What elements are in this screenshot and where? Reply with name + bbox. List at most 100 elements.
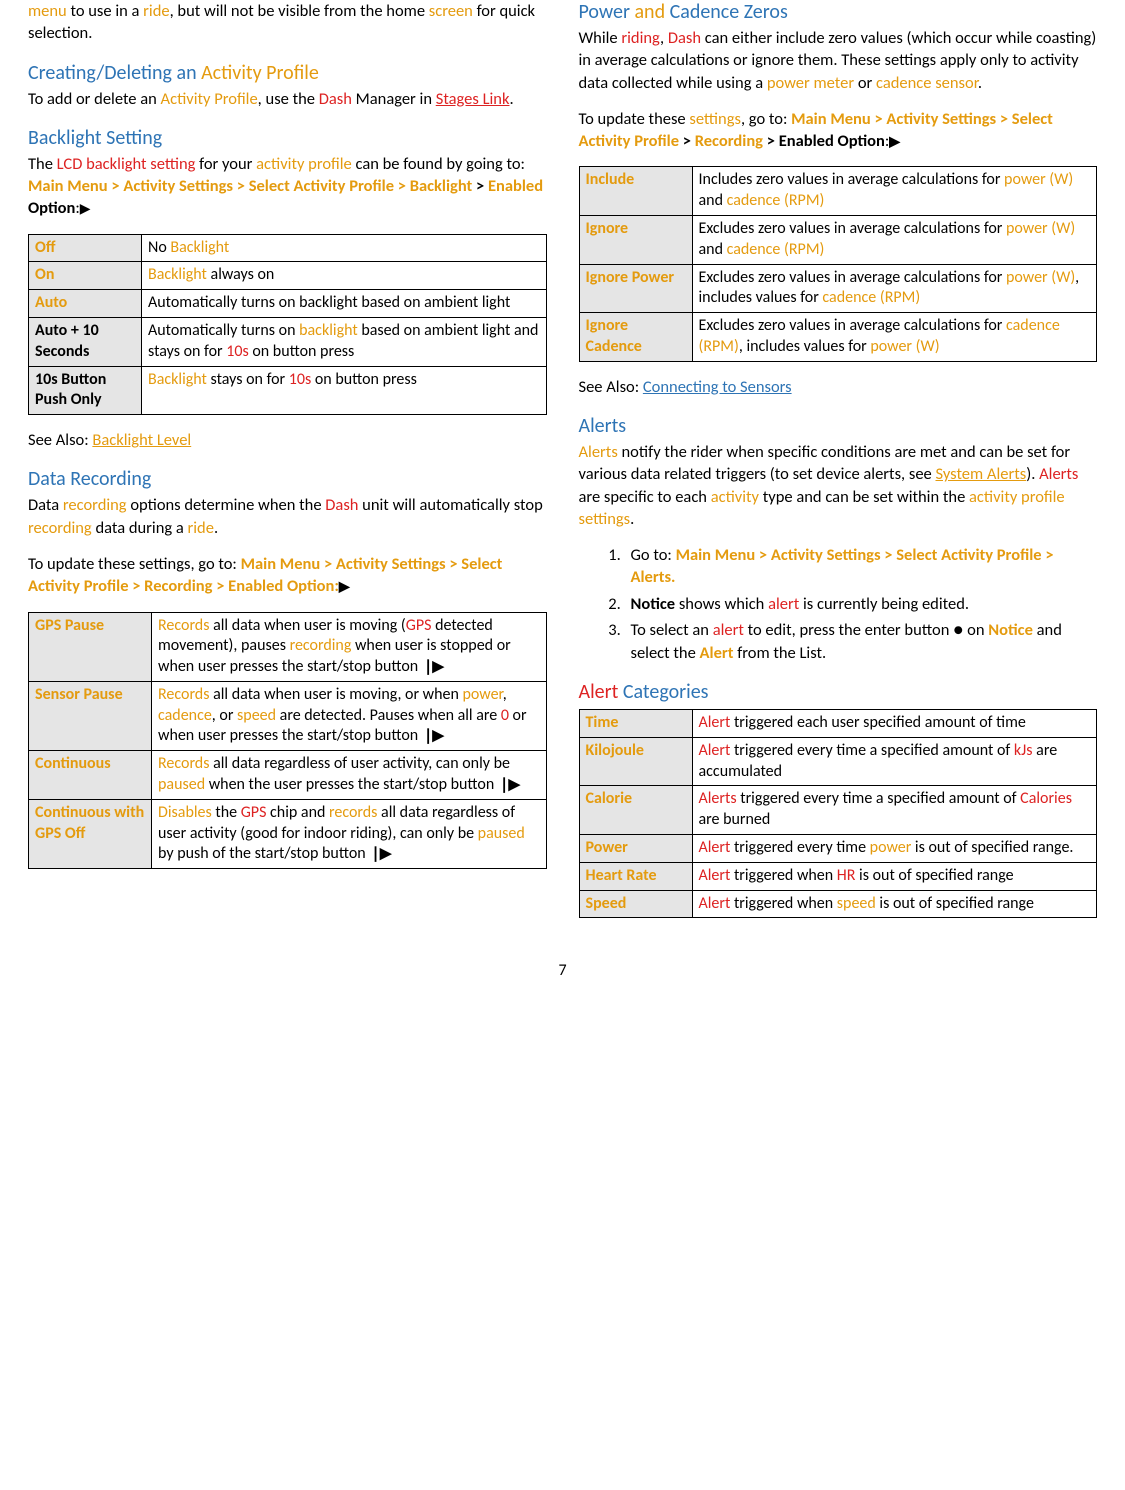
row-header: GPS Pause (29, 612, 152, 681)
link-connecting-sensors[interactable]: Connecting to Sensors (643, 377, 792, 397)
row-value: Alert triggered every time power is out … (692, 835, 1097, 863)
row-header: Auto + 10 Seconds (29, 317, 142, 366)
row-value: Alert triggered each user specified amou… (692, 710, 1097, 738)
row-header: Ignore Power (579, 264, 692, 313)
row-value: No Backlight (142, 234, 547, 262)
row-header: Ignore (579, 215, 692, 264)
table-row: Sensor Pause Records all data when user … (29, 681, 547, 750)
row-header: Sensor Pause (29, 681, 152, 750)
table-row: Time Alert triggered each user specified… (579, 710, 1097, 738)
row-value: Records all data regardless of user acti… (152, 751, 547, 800)
right-column: Power and Cadence Zeros While riding, Da… (579, 0, 1098, 932)
row-header: Heart Rate (579, 862, 692, 890)
startstop-icon: ❘▶ (369, 847, 389, 862)
data-rec-p2: To update these settings, go to: Main Me… (28, 553, 547, 598)
row-value: Excludes zero values in average calculat… (692, 313, 1097, 362)
row-value: Records all data when user is moving (GP… (152, 612, 547, 681)
table-row: Continuous Records all data regardless o… (29, 751, 547, 800)
see-also-backlight: See Also: Backlight Level (28, 429, 547, 451)
intro-menu: menu (28, 1, 67, 21)
row-header: Continuous (29, 751, 152, 800)
data-recording-table: GPS Pause Records all data when user is … (28, 612, 547, 870)
list-item: Go to: Main Menu > Activity Settings > S… (625, 544, 1098, 589)
play-icon: ▶ (80, 202, 91, 216)
row-value: Alert triggered when speed is out of spe… (692, 890, 1097, 918)
alert-categories-table: Time Alert triggered each user specified… (579, 709, 1098, 918)
intro-fragment: menu to use in a ride, but will not be v… (28, 0, 547, 45)
startstop-icon: ❘▶ (422, 729, 442, 744)
row-header: Calorie (579, 786, 692, 835)
table-row: On Backlight always on (29, 262, 547, 290)
startstop-icon: ❘▶ (422, 660, 442, 675)
table-row: Off No Backlight (29, 234, 547, 262)
row-value: Disables the GPS chip and records all da… (152, 799, 547, 868)
startstop-icon: ❘▶ (498, 778, 518, 793)
row-value: Automatically turns on backlight based o… (142, 290, 547, 318)
table-row: Continuous with GPS Off Disables the GPS… (29, 799, 547, 868)
list-item: To select an alert to edit, press the en… (625, 619, 1098, 664)
table-row: Power Alert triggered every time power i… (579, 835, 1097, 863)
row-value: Alerts triggered every time a specified … (692, 786, 1097, 835)
backlight-body: The LCD backlight setting for your activ… (28, 153, 547, 220)
heading-data-recording: Data Recording (28, 467, 547, 492)
row-value: Alert triggered every time a specified a… (692, 737, 1097, 786)
row-value: Includes zero values in average calculat… (692, 167, 1097, 216)
table-row: GPS Pause Records all data when user is … (29, 612, 547, 681)
see-also-sensors: See Also: Connecting to Sensors (579, 376, 1098, 398)
page-content: menu to use in a ride, but will not be v… (0, 0, 1125, 942)
page-number: 7 (0, 942, 1125, 996)
link-system-alerts[interactable]: System Alerts (935, 464, 1026, 484)
table-row: Calorie Alerts triggered every time a sp… (579, 786, 1097, 835)
table-row: Kilojoule Alert triggered every time a s… (579, 737, 1097, 786)
link-backlight-level[interactable]: Backlight Level (92, 430, 191, 450)
enter-button-icon: ● (953, 619, 963, 640)
left-column: menu to use in a ride, but will not be v… (28, 0, 547, 932)
row-header: Ignore Cadence (579, 313, 692, 362)
row-header: Include (579, 167, 692, 216)
power-zeros-p1: While riding, Dash can either include ze… (579, 27, 1098, 94)
row-header: 10s Button Push Only (29, 366, 142, 415)
table-row: Heart Rate Alert triggered when HR is ou… (579, 862, 1097, 890)
play-icon: ▶ (339, 580, 350, 594)
row-value: Alert triggered when HR is out of specif… (692, 862, 1097, 890)
alerts-p1: Alerts notify the rider when specific co… (579, 441, 1098, 530)
row-value: Records all data when user is moving, or… (152, 681, 547, 750)
table-row: Auto Automatically turns on backlight ba… (29, 290, 547, 318)
heading-backlight: Backlight Setting (28, 126, 547, 151)
table-row: Ignore Power Excludes zero values in ave… (579, 264, 1097, 313)
table-row: Ignore Excludes zero values in average c… (579, 215, 1097, 264)
table-row: Speed Alert triggered when speed is out … (579, 890, 1097, 918)
row-header: Kilojoule (579, 737, 692, 786)
row-value: Excludes zero values in average calculat… (692, 215, 1097, 264)
row-header: Speed (579, 890, 692, 918)
table-row: Ignore Cadence Excludes zero values in a… (579, 313, 1097, 362)
power-zeros-table: Include Includes zero values in average … (579, 166, 1098, 361)
row-header: Power (579, 835, 692, 863)
heading-create-delete: Creating/Deleting an Activity Profile (28, 61, 547, 86)
table-row: Include Includes zero values in average … (579, 167, 1097, 216)
alerts-steps: Go to: Main Menu > Activity Settings > S… (579, 544, 1098, 664)
intro-screen: screen (429, 1, 473, 21)
heading-alerts: Alerts (579, 414, 1098, 439)
heading-power-zeros: Power and Cadence Zeros (579, 0, 1098, 25)
row-value: Backlight always on (142, 262, 547, 290)
link-stages-link[interactable]: Stages Link (436, 89, 510, 109)
row-value: Backlight stays on for 10s on button pre… (142, 366, 547, 415)
data-rec-p1: Data recording options determine when th… (28, 494, 547, 539)
create-delete-body: To add or delete an Activity Profile, us… (28, 88, 547, 110)
row-header: Time (579, 710, 692, 738)
backlight-table: Off No Backlight On Backlight always on … (28, 234, 547, 416)
row-header: Continuous with GPS Off (29, 799, 152, 868)
row-header: Auto (29, 290, 142, 318)
table-row: Auto + 10 Seconds Automatically turns on… (29, 317, 547, 366)
heading-alert-categories: Alert Categories (579, 680, 1098, 705)
list-item: Notice shows which alert is currently be… (625, 593, 1098, 615)
play-icon: ▶ (889, 135, 900, 149)
intro-ride: ride (143, 1, 169, 21)
power-zeros-p2: To update these settings, go to: Main Me… (579, 108, 1098, 153)
table-row: 10s Button Push Only Backlight stays on … (29, 366, 547, 415)
row-header: On (29, 262, 142, 290)
row-value: Automatically turns on backlight based o… (142, 317, 547, 366)
row-value: Excludes zero values in average calculat… (692, 264, 1097, 313)
row-header: Off (29, 234, 142, 262)
